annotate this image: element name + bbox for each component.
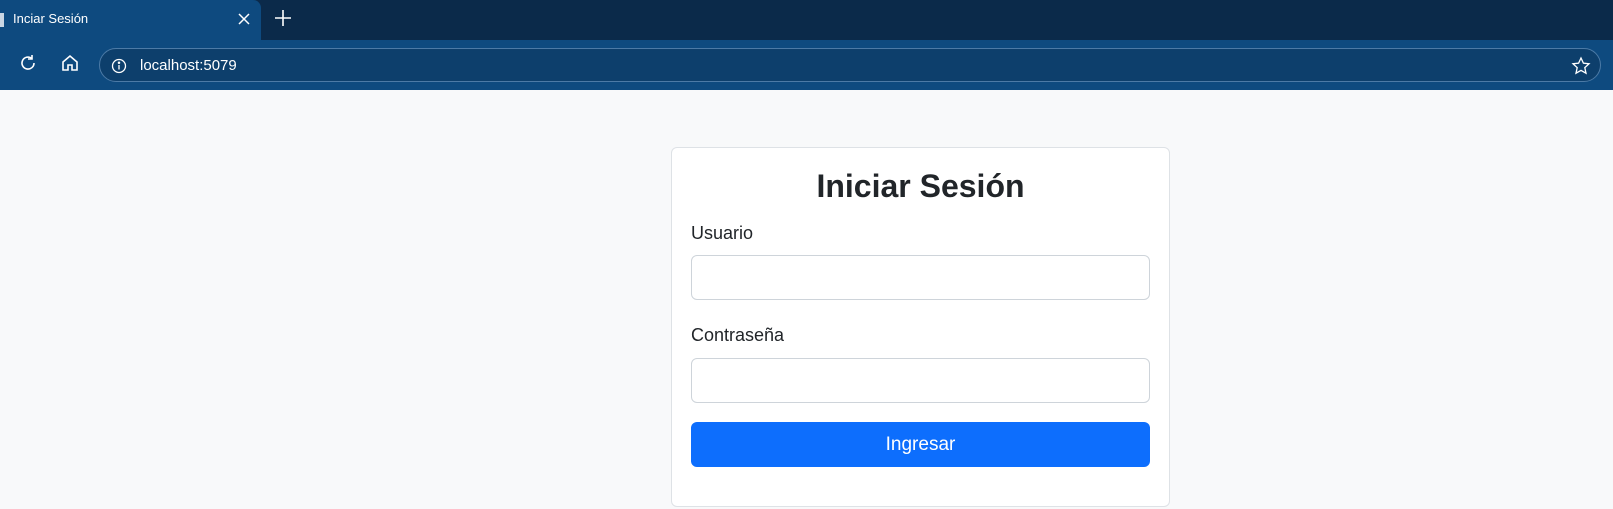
username-label: Usuario [691, 223, 754, 243]
reload-button[interactable] [11, 48, 45, 82]
submit-button[interactable]: Ingresar [691, 422, 1150, 467]
reload-icon [18, 53, 38, 78]
username-input[interactable] [691, 255, 1150, 300]
login-card: Iniciar Sesión Usuario Contraseña Ingres… [671, 147, 1170, 507]
address-bar[interactable]: localhost:5079 [99, 48, 1601, 82]
info-icon[interactable] [110, 57, 128, 75]
browser-toolbar: localhost:5079 [0, 40, 1613, 90]
plus-icon [274, 9, 292, 32]
new-tab-button[interactable] [270, 7, 296, 33]
page-title: Iniciar Sesión [816, 168, 1025, 204]
home-button[interactable] [53, 48, 87, 82]
browser-tab[interactable]: Inciar Sesión [0, 0, 261, 40]
password-label: Contraseña [691, 325, 785, 345]
tab-title: Inciar Sesión [13, 11, 89, 26]
tab-strip: Inciar Sesión [0, 0, 1613, 40]
bookmark-star-icon[interactable] [1570, 55, 1592, 77]
favicon-icon [0, 13, 4, 27]
close-icon[interactable] [234, 9, 254, 29]
password-input[interactable] [691, 358, 1150, 403]
home-icon [60, 53, 80, 78]
url-text: localhost:5079 [140, 57, 237, 74]
